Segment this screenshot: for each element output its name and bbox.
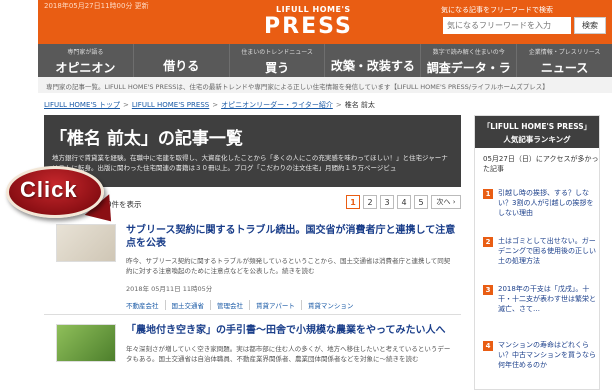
nav-sub-label: 数字で読み解く住まいの今 (432, 49, 505, 56)
nav-sub-label: 専門家が語る (67, 49, 104, 56)
ranking-title-brand: 「LIFULL HOME'S PRESS」 (482, 122, 592, 131)
page-button-1[interactable]: 1 (346, 195, 360, 209)
article-title-link[interactable]: 「農地付き空き家」の手引書〜田舎で小規模な農業をやってみたい人へ (126, 324, 456, 337)
nav-item-news[interactable]: 企業情報・プレスリリース ニュース (517, 44, 612, 77)
tag-link[interactable]: 賃貸アパート (249, 300, 301, 310)
page-button-5[interactable]: 5 (414, 195, 428, 209)
article-title-link[interactable]: サブリース契約に関するトラブル続出。国交省が消費者庁と連携して注意点を公表 (126, 224, 456, 250)
rank-number: 1 (483, 189, 493, 199)
logo-brand[interactable]: LIFULL HOME'S (276, 5, 351, 14)
nav-sub-label: 企業情報・プレスリリース (528, 49, 601, 56)
breadcrumb-writers[interactable]: オピニオンリーダー・ライター紹介 (221, 101, 333, 109)
site-header: 2018年05月27日11時00分 更新 LIFULL HOME'S PRESS… (38, 0, 612, 44)
breadcrumb-separator: > (335, 101, 342, 109)
page-title: 「椎名 前太」の記事一覧 (50, 129, 243, 149)
pagination: 1 2 3 4 5 次へ › (346, 195, 461, 209)
nav-label: ニュース (540, 61, 589, 75)
nav-item-rent[interactable]: 借りる (134, 44, 230, 77)
logo-press[interactable]: PRESS (264, 14, 353, 39)
nav-label: 改築・改装する (330, 59, 415, 73)
callout-label: Click (20, 177, 78, 202)
rank-title[interactable]: 2018年の干支は「戊戌」。十干・十二支が表わす世は繁栄と滅亡、さて… (498, 284, 596, 314)
page-button-3[interactable]: 3 (380, 195, 394, 209)
rank-title[interactable]: マンションの寿命はどれくらい？中古マンションを買うなら何年住めるのか (498, 340, 596, 370)
ranking-title: 人気記事ランキング (503, 135, 571, 144)
site-notice: 専門家の記事一覧。LIFULL HOME'S PRESSは、住宅の最新トレンドや… (38, 77, 612, 93)
tag-link[interactable]: 管理会社 (210, 300, 249, 310)
main-nav: 専門家が語る オピニオン 借りる 住まいのトレンドニュース 買う 改築・改装する… (38, 44, 612, 92)
search-input[interactable] (443, 17, 571, 34)
rank-number: 3 (483, 285, 493, 295)
tag-link[interactable]: 国土交通省 (164, 300, 211, 310)
tag-link[interactable]: 不動産会社 (126, 300, 165, 310)
click-callout: Click (6, 166, 124, 232)
nav-item-opinion[interactable]: 専門家が語る オピニオン (38, 44, 134, 77)
page-button-2[interactable]: 2 (363, 195, 377, 209)
breadcrumb-separator: > (212, 101, 219, 109)
update-timestamp: 2018年05月27日11時00分 更新 (44, 2, 149, 10)
breadcrumb-home[interactable]: LIFULL HOME'S トップ (44, 101, 120, 109)
article-divider (44, 314, 461, 315)
search-button[interactable]: 検索 (574, 17, 606, 34)
page-frame: 2018年05月27日11時00分 更新 LIFULL HOME'S PRESS… (0, 0, 612, 390)
nav-item-research[interactable]: 数字で読み解く住まいの今 調査データ・ランキング (421, 44, 518, 92)
nav-sub-label: 住まいのトレンドニュース (241, 49, 313, 56)
nav-label: 借りる (163, 59, 200, 73)
nav-sub-label (325, 47, 420, 54)
ranking-header: 「LIFULL HOME'S PRESS」 人気記事ランキング (475, 116, 599, 148)
breadcrumb-current: 椎名 前太 (344, 101, 375, 109)
breadcrumb: LIFULL HOME'S トップ > LIFULL HOME'S PRESS > オピ… (44, 100, 375, 110)
rank-title[interactable]: 土はゴミとして出せない。ガーデニングで困る使用後の正しい土の処理方法 (498, 236, 596, 266)
nav-item-renovate[interactable]: 改築・改装する (325, 44, 422, 77)
ranking-subtitle: 05月27日（日）にアクセスが多かった記事 (483, 155, 599, 173)
article-excerpt: 昨今、サブリース契約に関するトラブルが頻発しているということから、国土交通省は消… (126, 257, 451, 275)
nav-sub-label (134, 47, 229, 54)
page-button-4[interactable]: 4 (397, 195, 411, 209)
rank-title[interactable]: 引越し時の挨拶、する？しない？3割の人が引越しの挨拶をしない理由 (498, 188, 596, 218)
article-thumbnail[interactable] (56, 324, 116, 362)
search-hint: 気になる記事をフリーワードで検索 (441, 6, 553, 14)
article-excerpt: 年々深刻さが増していく空き家問題。実は都市部に住む人の多くが、地方へ移住したいと… (126, 345, 451, 363)
article-tags: 不動産会社 国土交通省 管理会社 賃貸アパート 賃貸マンション (126, 300, 359, 310)
tag-link[interactable]: 賃貸マンション (300, 300, 360, 310)
article-date: 2018年 05月11日 11時05分 (126, 285, 213, 293)
nav-label: オピニオン (55, 61, 116, 75)
ranking-sidebar: 「LIFULL HOME'S PRESS」 人気記事ランキング 05月27日（日… (474, 115, 600, 390)
breadcrumb-press[interactable]: LIFULL HOME'S PRESS (132, 101, 209, 109)
breadcrumb-separator: > (122, 101, 129, 109)
nav-item-buy[interactable]: 住まいのトレンドニュース 買う (230, 44, 326, 77)
rank-number: 2 (483, 237, 493, 247)
rank-number: 4 (483, 341, 493, 351)
next-page-button[interactable]: 次へ › (431, 195, 461, 209)
nav-label: 買う (265, 61, 290, 75)
